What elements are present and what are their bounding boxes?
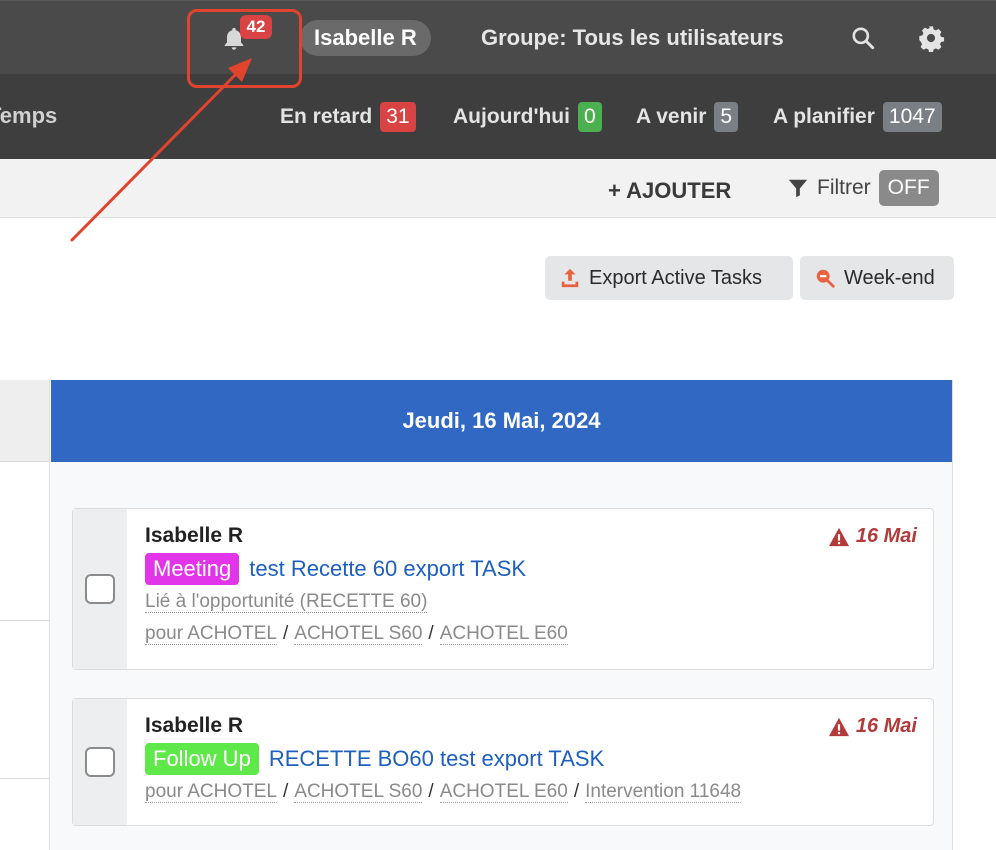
task-subnav: Temps En retard 31 Aujourd'hui 0 A venir…	[0, 74, 996, 159]
export-label: Export Active Tasks	[589, 266, 763, 289]
path-link[interactable]: pour ACHOTEL	[145, 623, 277, 645]
counter-en-retard[interactable]: En retard 31	[280, 102, 416, 132]
path-link[interactable]: Intervention 11648	[585, 781, 742, 803]
counter-label: A venir	[636, 105, 707, 128]
user-menu-button[interactable]: Isabelle R	[300, 20, 431, 56]
path-link[interactable]: pour ACHOTEL	[145, 781, 277, 803]
filter-toggle[interactable]: Filtrer OFF	[787, 170, 939, 206]
weekend-toggle-button[interactable]: Week-end	[800, 256, 954, 300]
export-active-tasks-button[interactable]: Export Active Tasks	[545, 256, 793, 300]
export-icon	[561, 268, 579, 288]
task-card[interactable]: Isabelle R 16 Mai Follow Up RECETTE BO60…	[72, 698, 934, 826]
task-path: pour ACHOTEL / ACHOTEL S60/ACHOTEL E60/Int…	[145, 781, 742, 803]
task-linked-opportunity[interactable]: Lié à l'opportunité (RECETTE 60)	[145, 587, 917, 617]
group-selector[interactable]: Groupe: Tous les utilisateurs	[481, 24, 784, 52]
task-title-link[interactable]: test Recette 60 export TASK	[249, 556, 526, 582]
gear-icon[interactable]	[917, 24, 945, 52]
counter-a-planifier[interactable]: A planifier 1047	[773, 102, 942, 132]
counter-badge: 31	[380, 102, 416, 132]
day-header: Jeudi, 16 Mai, 2024	[51, 380, 952, 462]
zoom-out-icon	[816, 269, 835, 288]
counter-label: Aujourd'hui	[453, 105, 570, 128]
path-link[interactable]: ACHOTEL E60	[439, 781, 568, 803]
warning-icon	[828, 527, 849, 546]
path-link[interactable]: ACHOTEL S60	[294, 781, 423, 803]
add-button[interactable]: + AJOUTER	[608, 177, 731, 205]
grid-line	[0, 620, 50, 621]
calendar-left-column	[0, 380, 50, 850]
due-date-text: 16 Mai	[855, 525, 917, 547]
counter-label: En retard	[280, 105, 373, 128]
task-assignee: Isabelle R	[145, 714, 244, 737]
task-type-badge: Meeting	[145, 553, 240, 585]
task-due-date: 16 Mai	[828, 525, 917, 548]
task-title-row: Follow Up RECETTE BO60 test export TASK	[145, 743, 917, 775]
counter-badge: 5	[714, 102, 739, 132]
task-body: Isabelle R 16 Mai Meeting test Recette 6…	[145, 521, 917, 649]
warning-icon	[828, 717, 849, 736]
task-assignee: Isabelle R	[145, 524, 244, 547]
weekend-label: Week-end	[844, 266, 935, 289]
task-due-date: 16 Mai	[828, 715, 917, 738]
counter-aujourdhui[interactable]: Aujourd'hui 0	[453, 102, 602, 132]
counter-badge: 1047	[882, 102, 942, 132]
task-checkbox[interactable]	[85, 574, 115, 604]
task-card[interactable]: Isabelle R 16 Mai Meeting test Recette 6…	[72, 508, 934, 670]
counter-label: A planifier	[773, 105, 875, 128]
task-type-badge: Follow Up	[145, 743, 259, 775]
counter-a-venir[interactable]: A venir 5	[636, 102, 739, 132]
toolbar: + AJOUTER Filtrer OFF	[0, 159, 996, 218]
counter-badge: 0	[577, 102, 602, 132]
tab-temps[interactable]: Temps	[0, 102, 57, 130]
annotation-highlight-box	[187, 9, 302, 88]
task-checkbox[interactable]	[85, 747, 115, 777]
filter-label: Filtrer	[817, 176, 871, 199]
grid-line	[0, 778, 50, 779]
path-link[interactable]: ACHOTEL E60	[439, 623, 568, 645]
filter-icon	[788, 179, 808, 198]
search-icon[interactable]	[850, 25, 876, 51]
calendar-day-column: Jeudi, 16 Mai, 2024 Isabelle R 16 Mai Me…	[51, 380, 953, 850]
task-path: pour ACHOTEL / ACHOTEL S60/ACHOTEL E60	[145, 623, 568, 645]
path-link[interactable]: ACHOTEL S60	[294, 623, 423, 645]
task-body: Isabelle R 16 Mai Follow Up RECETTE BO60…	[145, 711, 917, 807]
top-bar: 42 Isabelle R Groupe: Tous les utilisate…	[0, 0, 996, 74]
left-column-header	[0, 380, 49, 462]
task-title-link[interactable]: RECETTE BO60 test export TASK	[269, 746, 604, 772]
due-date-text: 16 Mai	[855, 715, 917, 737]
task-title-row: Meeting test Recette 60 export TASK	[145, 553, 917, 585]
filter-state-badge: OFF	[878, 170, 939, 206]
